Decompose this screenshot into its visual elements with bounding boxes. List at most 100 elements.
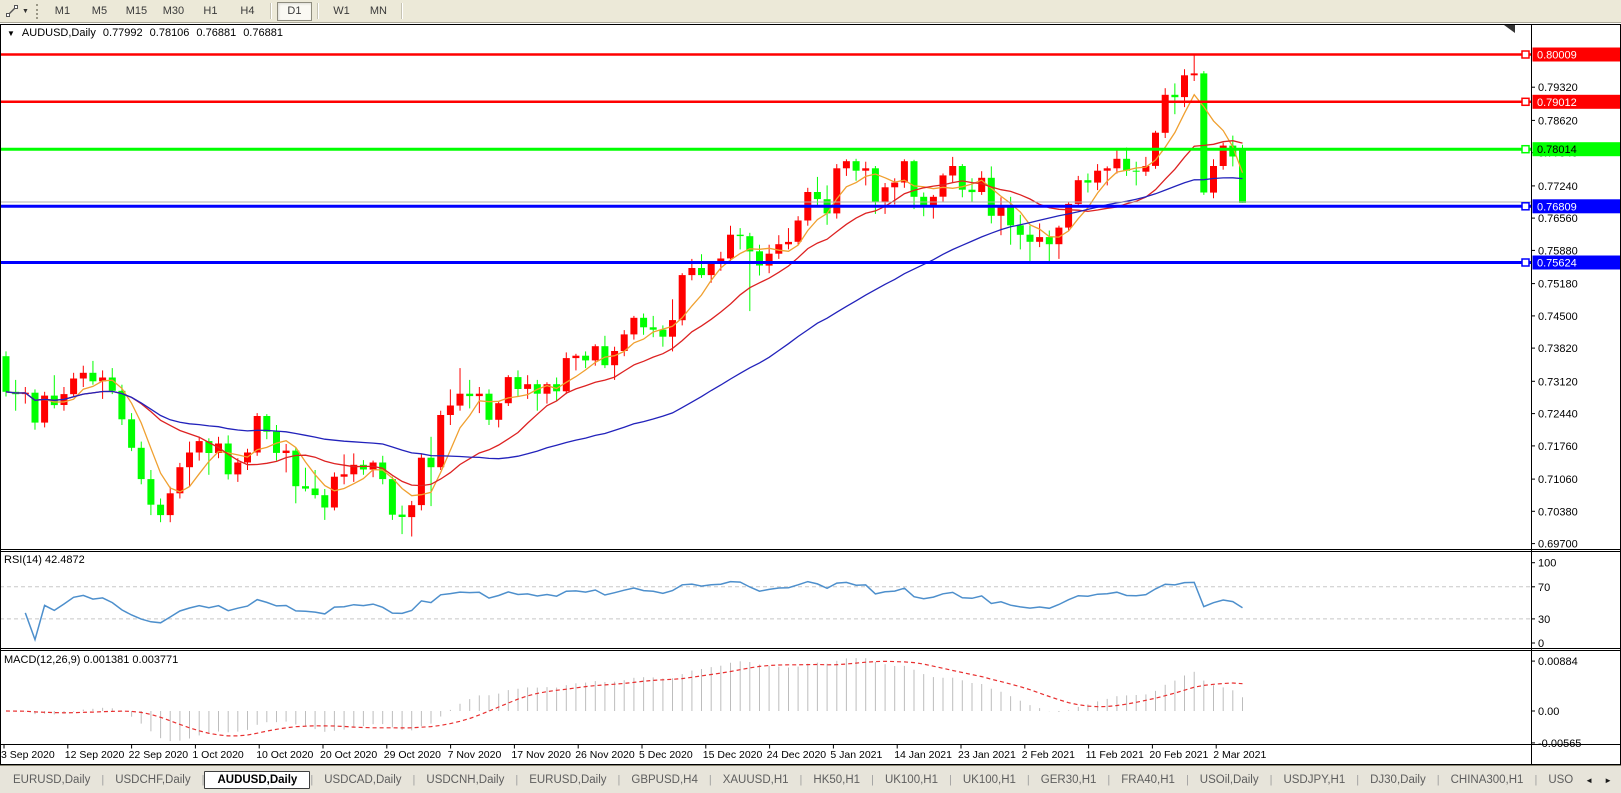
symbol-tabs-group: EURUSD,Daily|USDCHF,Daily|AUDUSD,Daily|U… — [2, 771, 1593, 789]
chart-symbol-label: AUDUSD,Daily — [22, 27, 96, 39]
price-tick-label: 0.74500 — [1538, 311, 1578, 323]
timeframe-button-m5[interactable]: M5 — [82, 2, 117, 21]
toolbar-grip[interactable] — [36, 4, 38, 19]
collapse-triangle-icon[interactable]: ▼ — [7, 29, 15, 38]
date-tick-label: 20 Feb 2021 — [1149, 749, 1208, 761]
date-tick-label: 22 Sep 2020 — [129, 749, 189, 761]
tab-uk100-h1-9[interactable]: UK100,H1 — [874, 771, 949, 789]
timeframe-button-w1[interactable]: W1 — [324, 2, 359, 21]
chart-window-background — [1, 25, 1621, 765]
macd-tick-label: -0.00565 — [1538, 738, 1581, 750]
price-level-badge-label: 0.79012 — [1537, 97, 1577, 109]
price-tick-label: 0.79320 — [1538, 82, 1578, 94]
date-tick-label: 24 Dec 2020 — [767, 749, 827, 761]
toolbar-divider — [270, 3, 272, 19]
tab-dj30-daily-15[interactable]: DJ30,Daily — [1359, 771, 1437, 789]
tab-scroll-arrows: ◄ ► — [1573, 767, 1621, 793]
application-window: ▼ M1M5M15M30H1H4D1W1MN 0.793200.786200.7… — [0, 0, 1621, 793]
line-tool-glyph — [5, 4, 19, 18]
rsi-tick-label: 100 — [1538, 558, 1556, 570]
level-marker-square — [1522, 98, 1529, 105]
timeframe-toolbar: ▼ M1M5M15M30H1H4 D1 W1MN — [0, 0, 1621, 23]
macd-tick-label: 0.00884 — [1538, 656, 1578, 668]
tab-fra40-h1-12[interactable]: FRA40,H1 — [1110, 771, 1186, 789]
tab-usdcad-daily-3[interactable]: USDCAD,Daily — [313, 771, 412, 789]
date-tick-label: 10 Oct 2020 — [256, 749, 313, 761]
timeframe-button-m15[interactable]: M15 — [119, 2, 154, 21]
tab-hk50-h1-8[interactable]: HK50,H1 — [802, 771, 871, 789]
rsi-indicator-label: RSI(14) 42.4872 — [4, 554, 85, 566]
price-tick-label: 0.70380 — [1538, 506, 1578, 518]
date-tick-label: 2 Mar 2021 — [1213, 749, 1266, 761]
date-tick-label: 1 Oct 2020 — [192, 749, 244, 761]
price-tick-label: 0.72440 — [1538, 409, 1578, 421]
level-marker-square — [1522, 146, 1529, 153]
date-tick-label: 26 Nov 2020 — [575, 749, 635, 761]
chart-title: ▼ AUDUSD,Daily 0.77992 0.78106 0.76881 0… — [7, 27, 283, 39]
rsi-tick-label: 30 — [1538, 614, 1550, 626]
date-tick-label: 5 Dec 2020 — [639, 749, 693, 761]
ohlc-high-value: 0.78106 — [150, 27, 190, 39]
date-tick-label: 14 Jan 2021 — [894, 749, 952, 761]
price-tick-label: 0.75180 — [1538, 279, 1578, 291]
timeframe-button-h1[interactable]: H1 — [193, 2, 228, 21]
level-marker-square — [1522, 51, 1529, 58]
scroll-right-icon[interactable]: ► — [1604, 776, 1612, 785]
tab-audusd-daily-2[interactable]: AUDUSD,Daily — [204, 771, 310, 789]
price-tick-label: 0.76560 — [1538, 213, 1578, 225]
tab-xauusd-h1-7[interactable]: XAUUSD,H1 — [712, 771, 800, 789]
tab-usoil-daily-13[interactable]: USOil,Daily — [1189, 771, 1270, 789]
timeframe-button-mn[interactable]: MN — [361, 2, 396, 21]
level-marker-square — [1522, 259, 1529, 266]
toolbar-divider — [401, 3, 403, 19]
tab-eurusd-daily-0[interactable]: EURUSD,Daily — [2, 771, 101, 789]
price-tick-label: 0.71060 — [1538, 474, 1578, 486]
date-tick-label: 17 Nov 2020 — [511, 749, 571, 761]
date-tick-label: 11 Feb 2021 — [1086, 749, 1144, 761]
tab-china300-h1-16[interactable]: CHINA300,H1 — [1440, 771, 1535, 789]
price-tick-label: 0.78620 — [1538, 115, 1578, 127]
date-tick-label: 5 Jan 2021 — [830, 749, 882, 761]
price-tick-label: 0.69700 — [1538, 539, 1578, 551]
line-tool-icon[interactable] — [3, 3, 21, 20]
date-tick-label: 15 Dec 2020 — [703, 749, 763, 761]
toolbar-divider — [317, 3, 319, 19]
date-tick-label: 23 Jan 2021 — [958, 749, 1016, 761]
date-tick-label: 12 Sep 2020 — [65, 749, 125, 761]
timeframe-buttons-group: M1M5M15M30H1H4 D1 W1MN — [44, 2, 407, 21]
tab-ger30-h1-11[interactable]: GER30,H1 — [1030, 771, 1108, 789]
date-tick-label: 3 Sep 2020 — [1, 749, 55, 761]
price-level-badge-label: 0.76809 — [1537, 201, 1577, 213]
price-tick-label: 0.77240 — [1538, 181, 1578, 193]
price-level-badge-label: 0.78014 — [1537, 144, 1577, 156]
macd-indicator-label: MACD(12,26,9) 0.001381 0.003771 — [4, 654, 178, 666]
tab-uk100-h1-10[interactable]: UK100,H1 — [952, 771, 1027, 789]
rsi-tick-label: 70 — [1538, 582, 1550, 594]
timeframe-button-h4[interactable]: H4 — [230, 2, 265, 21]
level-marker-square — [1522, 203, 1529, 210]
date-tick-label: 2 Feb 2021 — [1022, 749, 1075, 761]
scroll-left-icon[interactable]: ◄ — [1585, 776, 1593, 785]
tab-usdchf-daily-1[interactable]: USDCHF,Daily — [104, 771, 201, 789]
date-tick-label: 20 Oct 2020 — [320, 749, 377, 761]
ohlc-low-value: 0.76881 — [196, 27, 236, 39]
timeframe-button-d1[interactable]: D1 — [277, 2, 312, 21]
date-tick-label: 7 Nov 2020 — [448, 749, 502, 761]
tab-usdcnh-daily-4[interactable]: USDCNH,Daily — [415, 771, 515, 789]
tab-eurusd-daily-5[interactable]: EURUSD,Daily — [518, 771, 617, 789]
price-tick-label: 0.71760 — [1538, 441, 1578, 453]
price-tick-label: 0.73120 — [1538, 376, 1578, 388]
dropdown-arrow-icon[interactable]: ▼ — [21, 8, 33, 15]
price-tick-label: 0.73820 — [1538, 343, 1578, 355]
tab-usdjpy-h1-14[interactable]: USDJPY,H1 — [1272, 771, 1356, 789]
tab-gbpusd-h4-6[interactable]: GBPUSD,H4 — [620, 771, 708, 789]
macd-tick-label: 0.00 — [1538, 706, 1559, 718]
timeframe-button-m1[interactable]: M1 — [45, 2, 80, 21]
date-tick-label: 29 Oct 2020 — [384, 749, 441, 761]
price-chart-svg[interactable]: 0.793200.786200.779400.772400.765600.758… — [0, 0, 1621, 793]
timeframe-button-m30[interactable]: M30 — [156, 2, 191, 21]
price-level-badge-label: 0.80009 — [1537, 50, 1577, 62]
ohlc-open-value: 0.77992 — [103, 27, 143, 39]
ohlc-close-value: 0.76881 — [243, 27, 283, 39]
price-level-badge-label: 0.75624 — [1537, 258, 1577, 270]
